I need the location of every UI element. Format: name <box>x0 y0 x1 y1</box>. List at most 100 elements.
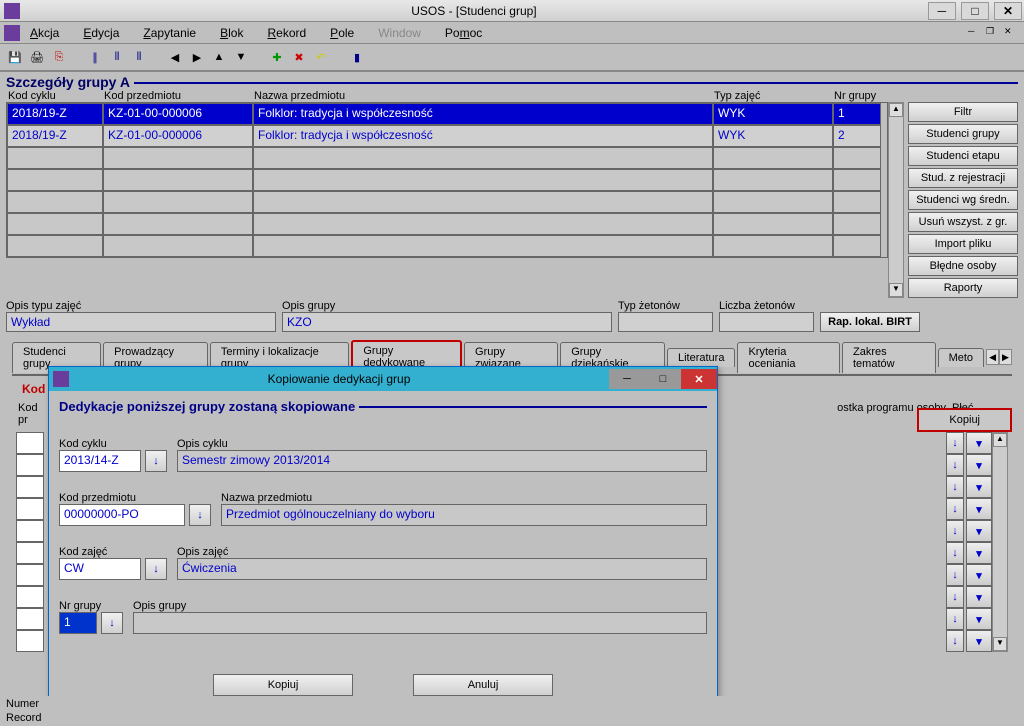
opis-zajec-label: Opis zajęć <box>177 546 707 558</box>
dedyk-cell[interactable] <box>16 432 44 454</box>
kod-zajec-lookup[interactable]: ↓ <box>145 558 167 580</box>
bars1-icon[interactable]: ∥ <box>86 48 104 66</box>
window-titlebar: USOS - [Studenci grup] ─ □ ✕ <box>0 0 1024 22</box>
settings-icon[interactable]: ⎘ <box>50 48 68 66</box>
opis-grupy-value: KZO <box>282 312 612 332</box>
numer-label: Numer <box>6 698 39 710</box>
kod-cyklu-input[interactable]: 2013/14-Z <box>59 450 141 472</box>
dialog-kopiuj-button[interactable]: Kopiuj <box>213 674 353 696</box>
menu-blok[interactable]: Blok <box>220 26 243 40</box>
nr-grupy-label: Nr grupy <box>59 600 123 612</box>
save-icon[interactable]: 💾 <box>6 48 24 66</box>
kod-cyklu-lookup[interactable]: ↓ <box>145 450 167 472</box>
usun-wszyst-button[interactable]: Usuń wszyst. z gr. <box>908 212 1018 232</box>
opis-typu-label: Opis typu zajęć <box>6 300 276 312</box>
kod-cyklu-label: Kod cyklu <box>59 438 167 450</box>
kod-zajec-input[interactable]: CW <box>59 558 141 580</box>
nazwa-przedmiotu-label: Nazwa przedmiotu <box>221 492 707 504</box>
dialog-header: Dedykacje poniższej grupy zostaną skopio… <box>59 399 355 414</box>
nr-grupy-input[interactable]: 1 <box>59 612 97 634</box>
close-button[interactable]: ✕ <box>994 2 1022 20</box>
menu-zapytanie[interactable]: Zapytanie <box>143 26 196 40</box>
stud-z-rejestracji-button[interactable]: Stud. z rejestracji <box>908 168 1018 188</box>
import-pliku-button[interactable]: Import pliku <box>908 234 1018 254</box>
opis-cyklu-value: Semestr zimowy 2013/2014 <box>177 450 707 472</box>
tab-meto[interactable]: Meto <box>938 348 984 367</box>
dialog-close[interactable]: ✕ <box>681 369 717 389</box>
group-grid[interactable]: 2018/19-Z KZ-01-00-000006 Folklor: trady… <box>6 102 888 258</box>
table-row: 2018/19-Z KZ-01-00-000006 Folklor: trady… <box>7 103 887 125</box>
app-icon <box>4 3 20 19</box>
filtr-button[interactable]: Filtr <box>908 102 1018 122</box>
maximize-button[interactable]: □ <box>961 2 989 20</box>
next-icon[interactable]: ▶ <box>188 48 206 66</box>
kopiuj-button-main[interactable]: Kopiuj <box>917 408 1012 432</box>
hdr-kod-przedmiotu: Kod przedmiotu <box>102 90 252 102</box>
hdr-nr-grupy: Nr grupy <box>832 90 880 102</box>
status-bar: Numer Record <box>0 696 1024 726</box>
dialog-minimize[interactable]: ─ <box>609 369 645 389</box>
minimize-button[interactable]: ─ <box>928 2 956 20</box>
down-icon[interactable]: ▼ <box>232 48 250 66</box>
bledne-osoby-button[interactable]: Błędne osoby <box>908 256 1018 276</box>
menu-pole[interactable]: Pole <box>330 26 354 40</box>
dedyk-scrollbar[interactable]: ▲▼ <box>992 432 1008 652</box>
grid-headers: Kod cyklu Kod przedmiotu Nazwa przedmiot… <box>0 90 1024 102</box>
grid-scrollbar[interactable]: ▲▼ <box>888 102 904 298</box>
exit-icon[interactable]: ▮ <box>348 48 366 66</box>
menu-pomoc[interactable]: Pomoc <box>445 26 482 40</box>
liczba-zetonow-value <box>719 312 814 332</box>
delete-icon[interactable]: ✖ <box>290 48 308 66</box>
kopiowanie-dialog: Kopiowanie dedykacji grup ─ □ ✕ Dedykacj… <box>48 366 718 726</box>
menu-edycja[interactable]: Edycja <box>83 26 119 40</box>
tab-scroll-left[interactable]: ◀ <box>986 349 999 365</box>
opis-grupy-d-value <box>133 612 707 634</box>
opis-cyklu-label: Opis cyklu <box>177 438 707 450</box>
tab-kryteria[interactable]: Kryteria oceniania <box>737 342 840 373</box>
hdr-typ-zajec: Typ zajęć <box>712 90 832 102</box>
mdi-minimize[interactable]: ─ <box>968 26 984 40</box>
up-icon[interactable]: ▲ <box>210 48 228 66</box>
hdr-nazwa: Nazwa przedmiotu <box>252 90 712 102</box>
first-icon[interactable]: ◀ <box>166 48 184 66</box>
dropdown-button[interactable]: ▾ <box>966 432 992 454</box>
opis-grupy-d-label: Opis grupy <box>133 600 707 612</box>
hdr-kod-cyklu: Kod cyklu <box>6 90 102 102</box>
bars3-icon[interactable]: ⦀ <box>130 48 148 66</box>
nr-grupy-lookup[interactable]: ↓ <box>101 612 123 634</box>
kod-przedmiotu-label: Kod przedmiotu <box>59 492 211 504</box>
mdi-restore[interactable]: ❐ <box>986 26 1002 40</box>
kod-zajec-label: Kod zajęć <box>59 546 167 558</box>
liczba-zetonow-label: Liczba żetonów <box>719 300 814 312</box>
toolbar: 💾 🖨 ⎘ ∥ ⫴ ⦀ ◀ ▶ ▲ ▼ ✚ ✖ ↶ ▮ <box>0 44 1024 72</box>
table-row: 2018/19-Z KZ-01-00-000006 Folklor: trady… <box>7 125 887 147</box>
print-icon[interactable]: 🖨 <box>28 48 46 66</box>
studenci-wg-sredn-button[interactable]: Studenci wg średn. <box>908 190 1018 210</box>
mdi-close[interactable]: ✕ <box>1004 26 1020 40</box>
tab-scroll-right[interactable]: ▶ <box>999 349 1012 365</box>
studenci-etapu-button[interactable]: Studenci etapu <box>908 146 1018 166</box>
kod-przedmiotu-input[interactable]: 00000000-PO <box>59 504 185 526</box>
opis-typu-value: Wykład <box>6 312 276 332</box>
dialog-anuluj-button[interactable]: Anuluj <box>413 674 553 696</box>
dialog-maximize[interactable]: □ <box>645 369 681 389</box>
add-icon[interactable]: ✚ <box>268 48 286 66</box>
raporty-button[interactable]: Raporty <box>908 278 1018 298</box>
menu-rekord[interactable]: Rekord <box>267 26 306 40</box>
dialog-title: Kopiowanie dedykacji grup <box>69 372 609 386</box>
hdr-kod-pr: Kod pr <box>18 402 46 426</box>
menu-akcja[interactable]: AAkcjakcja <box>30 26 59 40</box>
menubar: AAkcjakcja Edycja Zapytanie Blok Rekord … <box>0 22 1024 44</box>
window-title: USOS - [Studenci grup] <box>20 4 928 18</box>
record-label: Record <box>6 712 41 724</box>
tab-zakres[interactable]: Zakres tematów <box>842 342 936 373</box>
rap-lokal-birt-button[interactable]: Rap. lokal. BIRT <box>820 312 920 332</box>
dialog-icon <box>53 371 69 387</box>
tab-literatura[interactable]: Literatura <box>667 348 735 367</box>
kod-przedmiotu-lookup[interactable]: ↓ <box>189 504 211 526</box>
menu-window: Window <box>378 26 421 40</box>
bars2-icon[interactable]: ⫴ <box>108 48 126 66</box>
undo-icon[interactable]: ↶ <box>312 48 330 66</box>
studenci-grupy-button[interactable]: Studenci grupy <box>908 124 1018 144</box>
lookup-button[interactable]: ↓ <box>946 432 964 454</box>
